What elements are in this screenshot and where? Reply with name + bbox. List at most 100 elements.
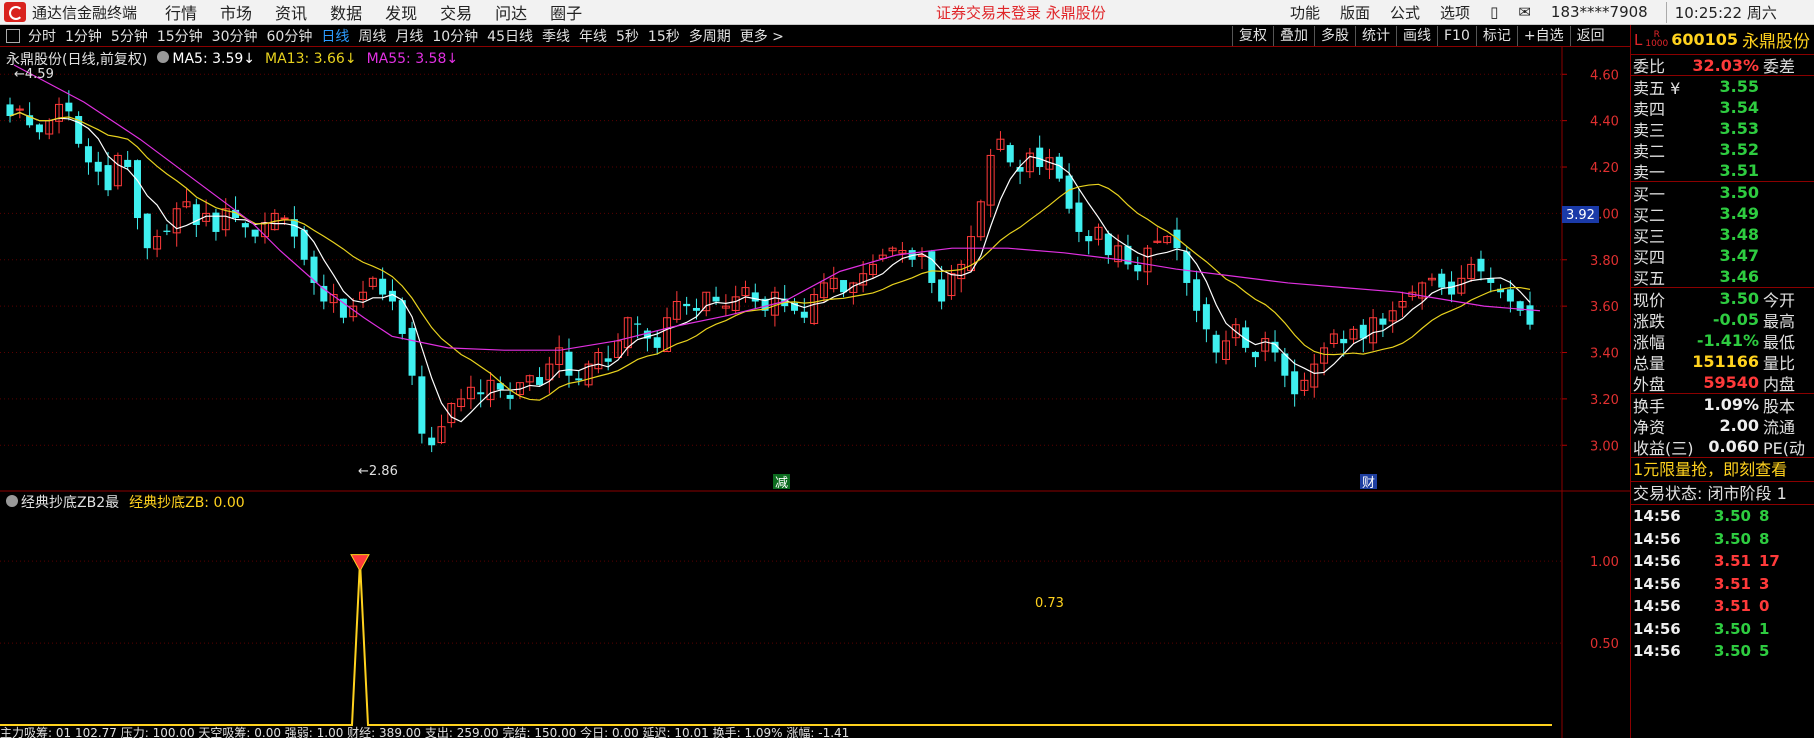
candle-body bbox=[1202, 304, 1210, 330]
tick-time: 14:56 bbox=[1633, 642, 1681, 661]
candle-body bbox=[1104, 233, 1112, 256]
candle-body bbox=[477, 392, 485, 395]
period-weekly[interactable]: 周线 bbox=[358, 26, 386, 46]
tick-price: 3.51 bbox=[1713, 574, 1751, 593]
candle-body bbox=[1506, 289, 1514, 302]
period-fenshi[interactable]: 分时 bbox=[28, 26, 56, 46]
bottom-indicator-legend: 主力吸筹: 01 102.77 压力: 100.00 天空吸筹: 0.00 强弱… bbox=[0, 726, 850, 738]
tool-huaxian[interactable]: 画线 bbox=[1396, 25, 1437, 46]
tool-duogu[interactable]: 多股 bbox=[1314, 25, 1355, 46]
period-10min[interactable]: 10分钟 bbox=[432, 26, 478, 46]
period-15sec[interactable]: 15秒 bbox=[648, 26, 680, 46]
login-warning[interactable]: 证券交易未登录 永鼎股份 bbox=[936, 2, 1106, 23]
period-yearly[interactable]: 年线 bbox=[579, 26, 607, 46]
stock-header[interactable]: L R 1000 600105 永鼎股份 bbox=[1631, 25, 1814, 55]
menu-shichang[interactable]: 市场 bbox=[214, 0, 269, 24]
candle-body bbox=[408, 327, 416, 376]
tick-time: 14:56 bbox=[1633, 552, 1681, 571]
tool-fanhui[interactable]: 返回 bbox=[1569, 25, 1611, 46]
period-quarterly[interactable]: 季线 bbox=[542, 26, 570, 46]
sub-settings-icon[interactable] bbox=[6, 495, 18, 507]
fund-1-value: 2.00 bbox=[1719, 416, 1759, 435]
period-5sec[interactable]: 5秒 bbox=[616, 26, 639, 46]
price-tick-label: 3.80 bbox=[1590, 254, 1619, 269]
period-60min[interactable]: 60分钟 bbox=[267, 26, 313, 46]
title-right-menu: 功能 版面 公式 选项 ▯ ✉ 183****7908 10:25:22 周六 bbox=[1290, 1, 1797, 23]
price-tick-label: 4.40 bbox=[1590, 115, 1619, 130]
phone-icon[interactable]: ▯ bbox=[1490, 3, 1498, 21]
menu-hangqing[interactable]: 行情 bbox=[159, 0, 214, 24]
tick-row: 14:56 3.51 3 bbox=[1631, 573, 1814, 596]
stock-code: 600105 bbox=[1671, 30, 1739, 49]
menu-xuanxiang[interactable]: 选项 bbox=[1440, 2, 1470, 23]
buy-level-5: 买五 3.46 bbox=[1631, 266, 1814, 288]
period-multi[interactable]: 多周期 bbox=[689, 26, 731, 46]
tick-row: 14:56 3.51 0 bbox=[1631, 595, 1814, 618]
high-price-label: ←4.59 bbox=[14, 67, 54, 82]
kline-chart[interactable]: 4.60 4.40 4.20 4.00 3.80 3.60 3.40 3.20 3.00 ←4.5… bbox=[0, 47, 1630, 738]
buy-level-4: 买四 3.47 bbox=[1631, 245, 1814, 267]
tool-diejia[interactable]: 叠加 bbox=[1273, 25, 1314, 46]
period-5min[interactable]: 5分钟 bbox=[111, 26, 148, 46]
app-name: 通达信金融终端 bbox=[32, 3, 138, 22]
tool-biaoji[interactable]: 标记 bbox=[1475, 25, 1517, 46]
period-30min[interactable]: 30分钟 bbox=[212, 26, 258, 46]
candle-body bbox=[1251, 351, 1259, 358]
tick-row: 14:56 3.51 17 bbox=[1631, 550, 1814, 573]
badge-r: R 1000 bbox=[1645, 29, 1669, 49]
candle-body bbox=[212, 212, 220, 232]
tick-list: 14:56 3.50 8 14:56 3.50 8 14:56 3.51 17 14:56 3.51… bbox=[1631, 505, 1814, 663]
candle-body bbox=[575, 378, 583, 381]
badge-l: L bbox=[1634, 30, 1643, 49]
fund-2-label: 收益(三) bbox=[1633, 438, 1694, 458]
menu-quanzi[interactable]: 圈子 bbox=[544, 0, 599, 24]
menu-shuju[interactable]: 数据 bbox=[324, 0, 379, 24]
quote-0: 现价 3.50 今开 bbox=[1631, 288, 1814, 310]
candle-body bbox=[604, 358, 612, 362]
tick-volume: 8 bbox=[1759, 507, 1770, 526]
menu-gongshi[interactable]: 公式 bbox=[1390, 2, 1420, 23]
menu-wenda[interactable]: 问达 bbox=[489, 0, 544, 24]
sell-level-3-value: 3.53 bbox=[1719, 119, 1759, 138]
user-account[interactable]: 183****7908 bbox=[1551, 3, 1648, 21]
trade-state: 交易状态: 闭市阶段 1 bbox=[1631, 482, 1814, 505]
period-daily[interactable]: 日线 bbox=[321, 26, 349, 46]
candle-body bbox=[84, 146, 92, 163]
quote-2: 涨幅 -1.41% 最低 bbox=[1631, 330, 1814, 352]
candle-body bbox=[1526, 305, 1534, 325]
menu-gongneng[interactable]: 功能 bbox=[1290, 2, 1320, 23]
menu-faxian[interactable]: 发现 bbox=[379, 0, 434, 24]
tool-f10[interactable]: F10 bbox=[1437, 25, 1476, 46]
period-45day[interactable]: 45日线 bbox=[487, 26, 533, 46]
menu-banmian[interactable]: 版面 bbox=[1340, 2, 1370, 23]
ma55-line bbox=[13, 64, 1541, 351]
period-1min[interactable]: 1分钟 bbox=[65, 26, 102, 46]
sell-level-4: 卖四 3.54 bbox=[1631, 97, 1814, 119]
candle-body bbox=[653, 337, 661, 348]
settings-circle-icon[interactable] bbox=[157, 51, 170, 63]
fund-2: 收益(三) 0.060 PE(动 bbox=[1631, 436, 1814, 458]
quote-4-value: 59540 bbox=[1703, 373, 1759, 392]
tick-time: 14:56 bbox=[1633, 507, 1681, 526]
price-tick-label: 3.40 bbox=[1590, 347, 1619, 362]
period-more[interactable]: 更多 > bbox=[740, 26, 784, 46]
tool-zixuan[interactable]: +自选 bbox=[1516, 25, 1570, 46]
candle-body bbox=[124, 159, 132, 168]
layout-toggle-icon[interactable] bbox=[6, 28, 20, 43]
period-15min[interactable]: 15分钟 bbox=[157, 26, 203, 46]
promo-banner[interactable]: 1元限量抢，即刻查看 bbox=[1631, 458, 1814, 482]
mail-icon[interactable]: ✉ bbox=[1518, 3, 1531, 21]
chart-canvas[interactable]: 4.604.404.204.003.803.603.403.203.00←4.5… bbox=[0, 47, 1630, 738]
tick-row: 14:56 3.50 1 bbox=[1631, 618, 1814, 641]
sell-orders: 卖五 ¥3.55 卖四 3.54 卖三 3.53 卖二 3.52 卖一 3.51 bbox=[1631, 76, 1814, 182]
fund-stats: 换手 1.09% 股本 净资 2.00 流通 收益(三) 0.060 PE(动 bbox=[1631, 394, 1814, 458]
candle-body bbox=[692, 307, 700, 311]
menu-jiaoyi[interactable]: 交易 bbox=[434, 0, 489, 24]
tool-tongji[interactable]: 统计 bbox=[1355, 25, 1396, 46]
period-monthly[interactable]: 月线 bbox=[395, 26, 423, 46]
buy-level-2-value: 3.49 bbox=[1719, 204, 1759, 223]
tool-fuquan[interactable]: 复权 bbox=[1232, 25, 1273, 46]
marker-cai: 财 bbox=[1362, 476, 1375, 491]
menu-zixun[interactable]: 资讯 bbox=[269, 0, 324, 24]
tick-volume: 1 bbox=[1759, 619, 1770, 638]
